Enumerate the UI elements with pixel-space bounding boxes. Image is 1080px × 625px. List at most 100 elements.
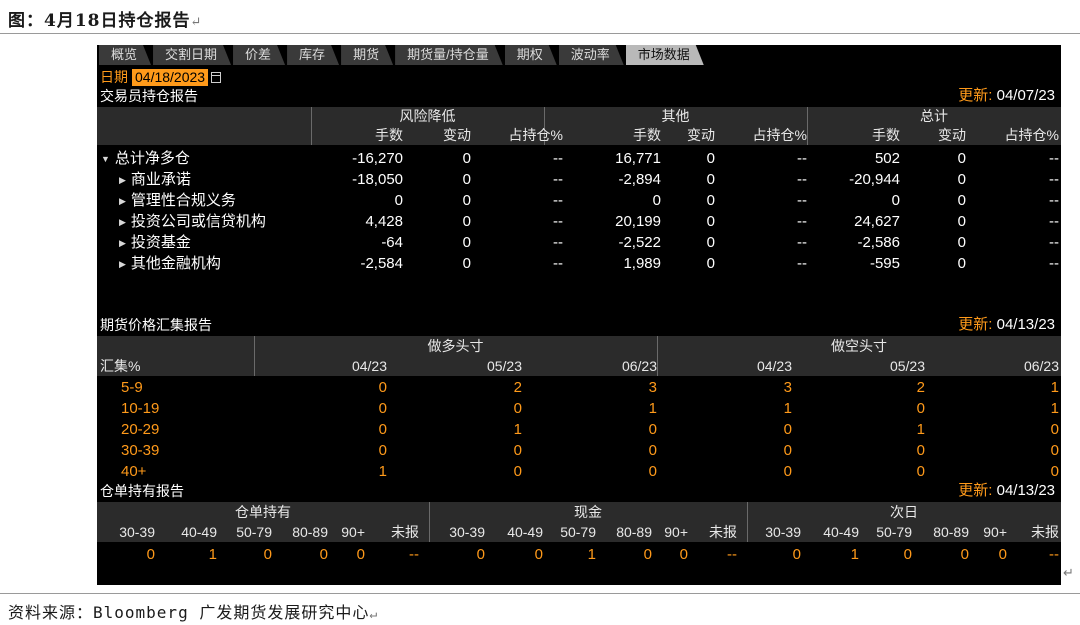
- top-rule: [0, 33, 1080, 34]
- tab-7[interactable]: 波动率: [559, 45, 624, 65]
- triangle-right-icon[interactable]: ▶: [119, 254, 126, 275]
- row-label[interactable]: ▼ 总计净多仓: [101, 148, 190, 170]
- table-cell: 1: [378, 463, 387, 480]
- table-cell: --: [727, 546, 737, 563]
- tab-2[interactable]: 价差: [233, 45, 285, 65]
- row-label[interactable]: ▶ 投资基金: [119, 232, 191, 254]
- triangle-down-icon[interactable]: ▼: [101, 149, 110, 170]
- table-cell: 0: [679, 546, 688, 563]
- table-cell: --: [1049, 546, 1059, 563]
- table-row[interactable]: ▶ 管理性合规义务 0 0 -- 0 0 -- 0 0 --: [97, 190, 1061, 211]
- column-divider: [657, 336, 658, 376]
- table-cell: 0: [462, 234, 471, 251]
- row-label: 10-19: [121, 400, 160, 417]
- table-cell: 2: [513, 379, 522, 396]
- table-cell: 3: [648, 379, 657, 396]
- calendar-icon[interactable]: [211, 71, 222, 83]
- table-cell: 1,989: [623, 255, 661, 272]
- row-label[interactable]: ▶ 商业承诺: [119, 169, 191, 191]
- table-row[interactable]: ▼ 总计净多仓 -16,270 0 -- 16,771 0 -- 502 0 --: [97, 148, 1061, 169]
- table-cell: -595: [869, 255, 900, 272]
- table-cell: 1: [1050, 400, 1059, 417]
- table-cell: -2,584: [360, 255, 403, 272]
- table-cell: 1: [513, 421, 522, 438]
- table-cell: -2,522: [618, 234, 661, 251]
- table-cell: 1: [916, 421, 925, 438]
- row-label[interactable]: ▶ 管理性合规义务: [119, 190, 236, 212]
- table-cell: --: [553, 192, 563, 209]
- column-subheader: 50-79: [560, 524, 596, 540]
- month-header: 05/23: [486, 358, 522, 374]
- warrant-report-header: 仓单持有报告 更新: 04/13/23: [97, 482, 1061, 500]
- table-cell: 1: [850, 546, 859, 563]
- row-label-text: 商业承诺: [130, 171, 191, 188]
- table-cell: --: [797, 192, 807, 209]
- table-cell: --: [553, 171, 563, 188]
- table-cell: 0: [957, 255, 966, 272]
- table-cell: --: [553, 255, 563, 272]
- month-header: 06/23: [621, 358, 657, 374]
- column-subheader: 30-39: [119, 524, 155, 540]
- row-label[interactable]: ▶ 投资公司或信贷机构: [119, 211, 266, 233]
- table-cell: 20,199: [615, 213, 661, 230]
- table-cell: 0: [957, 192, 966, 209]
- table-cell: 16,771: [615, 150, 661, 167]
- column-divider: [254, 336, 255, 376]
- tab-3[interactable]: 库存: [287, 45, 339, 65]
- tab-0[interactable]: 概览: [99, 45, 151, 65]
- column-subheader: 90+: [664, 524, 688, 540]
- table-cell: 0: [652, 192, 661, 209]
- table-cell: 0: [891, 192, 900, 209]
- table-row[interactable]: ▶ 其他金融机构 -2,584 0 -- 1,989 0 -- -595 0 --: [97, 253, 1061, 274]
- column-subheader: 未报: [709, 524, 737, 540]
- trader-report-header: 交易员持仓报告 更新: 04/07/23: [97, 87, 1061, 105]
- triangle-right-icon[interactable]: ▶: [119, 212, 126, 233]
- tab-1[interactable]: 交割日期: [153, 45, 231, 65]
- tab-8[interactable]: 市场数据: [626, 45, 704, 65]
- table-cell: 0: [534, 546, 543, 563]
- column-subheader: 50-79: [876, 524, 912, 540]
- table-cell: 0: [462, 171, 471, 188]
- tab-6[interactable]: 期权: [505, 45, 557, 65]
- triangle-right-icon[interactable]: ▶: [119, 191, 126, 212]
- triangle-right-icon[interactable]: ▶: [119, 170, 126, 191]
- table-cell: 2: [916, 379, 925, 396]
- table-cell: --: [1049, 192, 1059, 209]
- row-label: 30-39: [121, 442, 160, 459]
- group-header: 其他: [661, 108, 690, 124]
- table-cell: 24,627: [854, 213, 900, 230]
- table-row[interactable]: ▶ 投资公司或信贷机构 4,428 0 -- 20,199 0 -- 24,627 0 --: [97, 211, 1061, 232]
- triangle-right-icon[interactable]: ▶: [119, 233, 126, 254]
- table-cell: 0: [998, 546, 1007, 563]
- table-cell: 0: [263, 546, 272, 563]
- date-input[interactable]: 04/18/2023: [132, 68, 209, 86]
- table-cell: 0: [916, 463, 925, 480]
- table-cell: 0: [916, 442, 925, 459]
- column-subheader: 80-89: [292, 524, 328, 540]
- table-cell: 0: [783, 421, 792, 438]
- table-row[interactable]: ▶ 商业承诺 -18,050 0 -- -2,894 0 -- -20,944 0 --: [97, 169, 1061, 190]
- column-divider: [747, 502, 748, 542]
- table-cell: 0: [706, 171, 715, 188]
- table-cell: 0: [462, 213, 471, 230]
- table-cell: 0: [957, 234, 966, 251]
- table-row: 0 1 0 0 0 -- 0 0 1 0 0 -- 0 1 0 0 0 --: [97, 544, 1061, 565]
- table-cell: --: [797, 213, 807, 230]
- table-cell: 1: [587, 546, 596, 563]
- column-subheader: 变动: [687, 127, 715, 143]
- trader-report-title: 交易员持仓报告: [100, 88, 198, 104]
- figure-source: 资料来源：Bloomberg 广发期货发展研究中心↵: [8, 603, 379, 622]
- row-label: 20-29: [121, 421, 160, 438]
- table-cell: 0: [957, 171, 966, 188]
- table-row: 40+ 1 0 0 0 0 0: [97, 461, 1061, 482]
- column-divider: [311, 107, 312, 145]
- row-label[interactable]: ▶ 其他金融机构: [119, 253, 221, 275]
- tab-5[interactable]: 期货量/持仓量: [395, 45, 503, 65]
- table-cell: 0: [378, 400, 387, 417]
- column-subheader: 50-79: [236, 524, 272, 540]
- table-cell: 0: [706, 213, 715, 230]
- table-cell: --: [1049, 150, 1059, 167]
- tab-4[interactable]: 期货: [341, 45, 393, 65]
- table-row[interactable]: ▶ 投资基金 -64 0 -- -2,522 0 -- -2,586 0 --: [97, 232, 1061, 253]
- table-cell: 0: [319, 546, 328, 563]
